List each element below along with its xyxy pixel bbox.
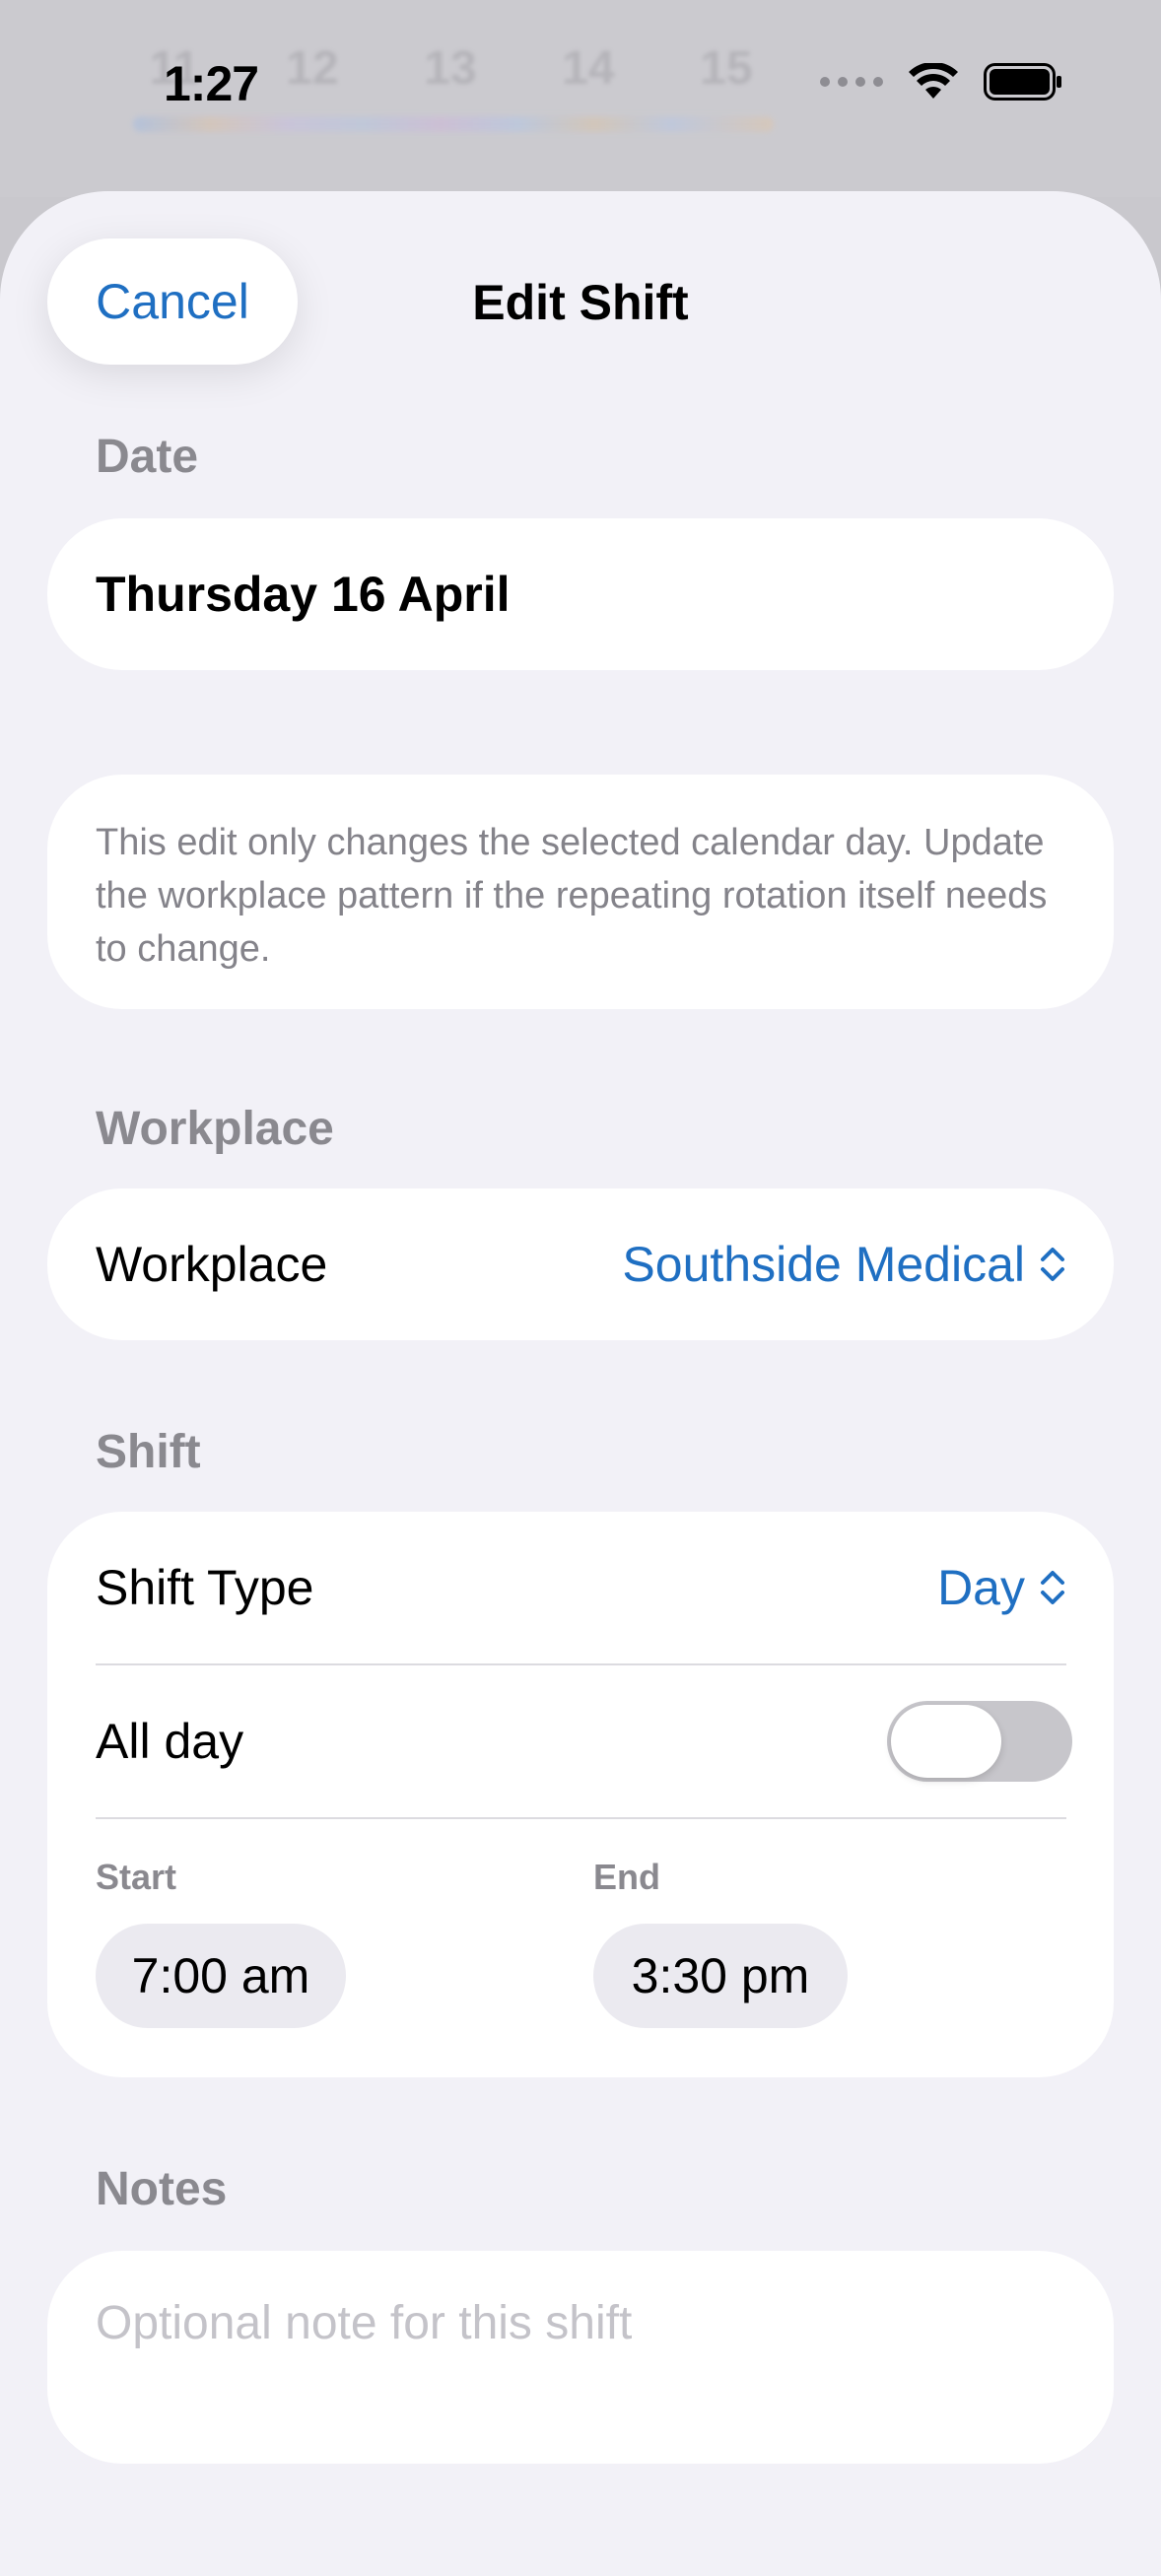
notes-section-label: Notes bbox=[96, 2163, 228, 2215]
chevron-up-down-icon bbox=[1041, 1571, 1064, 1604]
date-section-label: Date bbox=[96, 431, 199, 483]
workplace-section-label: Workplace bbox=[96, 1103, 334, 1155]
background-day: 15 bbox=[700, 42, 753, 95]
all-day-row: All day bbox=[96, 1665, 1072, 1817]
date-value: Thursday 16 April bbox=[96, 567, 511, 622]
shift-section-label: Shift bbox=[96, 1426, 201, 1478]
end-time-picker[interactable]: 3:30 pm bbox=[593, 1924, 848, 2028]
toggle-knob bbox=[891, 1705, 1001, 1778]
background-day: 14 bbox=[562, 42, 615, 95]
workplace-row-label: Workplace bbox=[96, 1237, 328, 1292]
shift-type-picker[interactable]: Day bbox=[937, 1559, 1066, 1616]
workplace-picker-row[interactable]: Workplace Southside Medical bbox=[96, 1188, 1066, 1340]
chevron-up-down-icon bbox=[1041, 1248, 1064, 1281]
status-icons bbox=[820, 63, 1062, 101]
start-time-label: Start bbox=[96, 1857, 177, 1897]
shift-type-value: Day bbox=[937, 1560, 1025, 1615]
divider bbox=[96, 1817, 1066, 1819]
workplace-picker[interactable]: Southside Medical bbox=[622, 1236, 1066, 1293]
notes-card bbox=[47, 2251, 1114, 2464]
background-shift-strip bbox=[133, 116, 774, 132]
notes-input[interactable] bbox=[96, 2296, 1066, 2350]
sheet-title: Edit Shift bbox=[472, 275, 689, 330]
workplace-card: Workplace Southside Medical bbox=[47, 1188, 1114, 1340]
info-text: This edit only changes the selected cale… bbox=[96, 822, 1048, 970]
shift-type-row[interactable]: Shift Type Day bbox=[96, 1512, 1066, 1663]
date-card: Thursday 16 April bbox=[47, 518, 1114, 670]
shift-card: Shift Type Day All day Start 7:00 am End… bbox=[47, 1512, 1114, 2077]
all-day-label: All day bbox=[96, 1714, 244, 1769]
status-time: 1:27 bbox=[164, 56, 259, 111]
info-card: This edit only changes the selected cale… bbox=[47, 775, 1114, 1009]
wifi-icon bbox=[909, 63, 958, 99]
start-time-picker[interactable]: 7:00 am bbox=[96, 1924, 346, 2028]
cellular-signal-icon bbox=[820, 77, 883, 87]
background-day: 13 bbox=[424, 42, 477, 95]
shift-type-label: Shift Type bbox=[96, 1560, 314, 1615]
background-day: 12 bbox=[286, 42, 339, 95]
end-time-label: End bbox=[593, 1857, 660, 1897]
edit-shift-sheet: Cancel Edit Shift Date Thursday 16 April… bbox=[0, 191, 1161, 2576]
all-day-toggle[interactable] bbox=[887, 1701, 1072, 1782]
battery-icon bbox=[984, 63, 1061, 101]
workplace-value: Southside Medical bbox=[622, 1237, 1025, 1292]
